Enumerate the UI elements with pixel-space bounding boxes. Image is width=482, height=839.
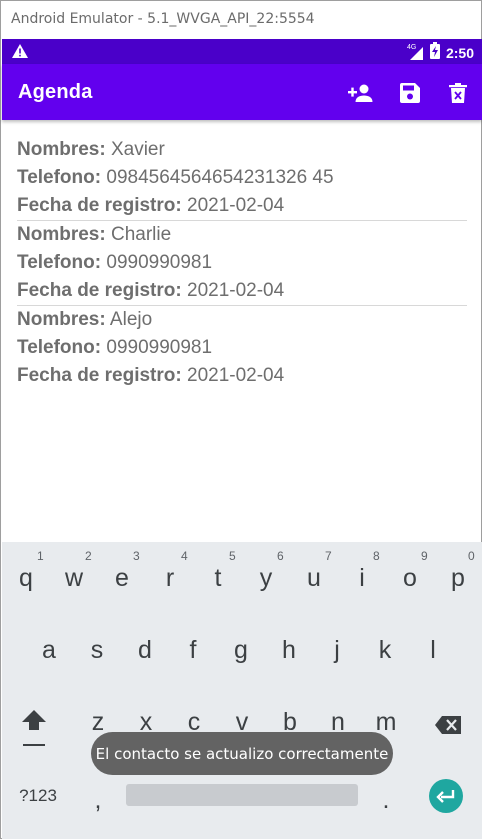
key-d[interactable]: d <box>121 636 169 665</box>
contact-phone: 0984564564654231326 45 <box>106 167 334 188</box>
contact-date-line: Fecha de registro: 2021-02-04 <box>17 192 482 220</box>
enter-arrow-icon <box>436 790 455 803</box>
contact-name-line: Nombres: Xavier <box>17 136 482 164</box>
key-hint: 8 <box>373 549 380 563</box>
key-hint: 5 <box>229 549 236 563</box>
person-add-icon[interactable] <box>348 80 374 106</box>
warning-icon <box>12 44 28 63</box>
key-s[interactable]: s <box>73 636 121 665</box>
key-hint: 0 <box>468 549 475 563</box>
key-hint: 3 <box>133 549 140 563</box>
network-type: 4G <box>406 44 417 51</box>
key-f[interactable]: f <box>169 636 217 665</box>
key-hint: 1 <box>37 549 44 563</box>
phone-label: Telefono: <box>17 167 102 188</box>
key-hint: 9 <box>421 549 428 563</box>
soft-keyboard: 1 2 3 4 5 6 7 8 9 0 q w e r t y u i o p … <box>2 542 482 839</box>
contacts-list: Nombres: Xavier Telefono: 09845645646542… <box>2 121 482 390</box>
list-item[interactable]: Nombres: Alejo Telefono: 0990990981 Fech… <box>2 306 482 390</box>
key-a[interactable]: a <box>25 636 73 665</box>
signal-icon: 4G <box>406 44 424 61</box>
contact-date-line: Fecha de registro: 2021-02-04 <box>17 362 482 390</box>
battery-charging-icon <box>429 42 440 64</box>
contact-phone: 0990990981 <box>106 252 213 273</box>
status-time: 2:50 <box>445 45 474 61</box>
key-h[interactable]: h <box>265 636 313 665</box>
contact-name-line: Nombres: Charlie <box>17 221 482 249</box>
contact-name: Charlie <box>110 224 172 245</box>
contact-date: 2021-02-04 <box>187 365 285 386</box>
emulator-title: Android Emulator - 5.1_WVGA_API_22:5554 <box>11 11 315 27</box>
key-hint: 7 <box>325 549 332 563</box>
spacebar[interactable] <box>126 784 358 806</box>
date-label: Fecha de registro: <box>17 365 182 386</box>
phone-label: Telefono: <box>17 337 102 358</box>
contact-phone-line: Telefono: 0990990981 <box>17 249 482 277</box>
key-k[interactable]: k <box>361 636 409 665</box>
contact-phone: 0990990981 <box>106 337 213 358</box>
key-y[interactable]: y <box>242 564 290 593</box>
list-item[interactable]: Nombres: Charlie Telefono: 0990990981 Fe… <box>2 221 482 306</box>
contact-date: 2021-02-04 <box>187 195 285 216</box>
name-label: Nombres: <box>17 309 106 330</box>
date-label: Fecha de registro: <box>17 280 182 301</box>
enter-key[interactable] <box>429 779 463 813</box>
toast-message: El contacto se actualizo correctamente <box>91 732 393 775</box>
key-r[interactable]: r <box>146 564 194 593</box>
emulator-titlebar: Android Emulator - 5.1_WVGA_API_22:5554 <box>1 1 481 39</box>
key-e[interactable]: e <box>98 564 146 593</box>
save-icon[interactable] <box>397 80 423 106</box>
key-hint: 2 <box>85 549 92 563</box>
key-u[interactable]: u <box>290 564 338 593</box>
contact-date: 2021-02-04 <box>187 280 285 301</box>
app-title: Agenda <box>18 81 93 103</box>
key-t[interactable]: t <box>194 564 242 593</box>
key-p[interactable]: p <box>434 564 482 593</box>
key-q[interactable]: q <box>2 564 50 593</box>
name-label: Nombres: <box>17 224 106 245</box>
key-j[interactable]: j <box>313 636 361 665</box>
list-item[interactable]: Nombres: Xavier Telefono: 09845645646542… <box>2 121 482 221</box>
period-key[interactable]: . <box>362 786 410 815</box>
key-g[interactable]: g <box>217 636 265 665</box>
contact-name-line: Nombres: Alejo <box>17 306 482 334</box>
contact-name: Alejo <box>109 309 153 330</box>
delete-icon[interactable] <box>445 80 471 106</box>
key-i[interactable]: i <box>338 564 386 593</box>
key-w[interactable]: w <box>50 564 98 593</box>
key-hint: 4 <box>181 549 188 563</box>
contact-name: Xavier <box>110 139 165 160</box>
status-bar: 4G 2:50 <box>2 39 482 64</box>
name-label: Nombres: <box>17 139 106 160</box>
contact-phone-line: Telefono: 0990990981 <box>17 334 482 362</box>
date-label: Fecha de registro: <box>17 195 182 216</box>
phone-label: Telefono: <box>17 252 102 273</box>
key-hint: 6 <box>277 549 284 563</box>
comma-key[interactable]: , <box>74 786 122 815</box>
emulator-window: Android Emulator - 5.1_WVGA_API_22:5554 … <box>0 0 482 839</box>
key-l[interactable]: l <box>409 636 457 665</box>
contact-phone-line: Telefono: 0984564564654231326 45 <box>17 164 482 192</box>
contact-date-line: Fecha de registro: 2021-02-04 <box>17 277 482 305</box>
shift-key-icon[interactable] <box>10 708 58 755</box>
symbols-key[interactable]: ?123 <box>14 786 62 806</box>
key-o[interactable]: o <box>386 564 434 593</box>
backspace-key-icon[interactable] <box>424 712 472 741</box>
app-bar: Agenda <box>2 64 482 120</box>
